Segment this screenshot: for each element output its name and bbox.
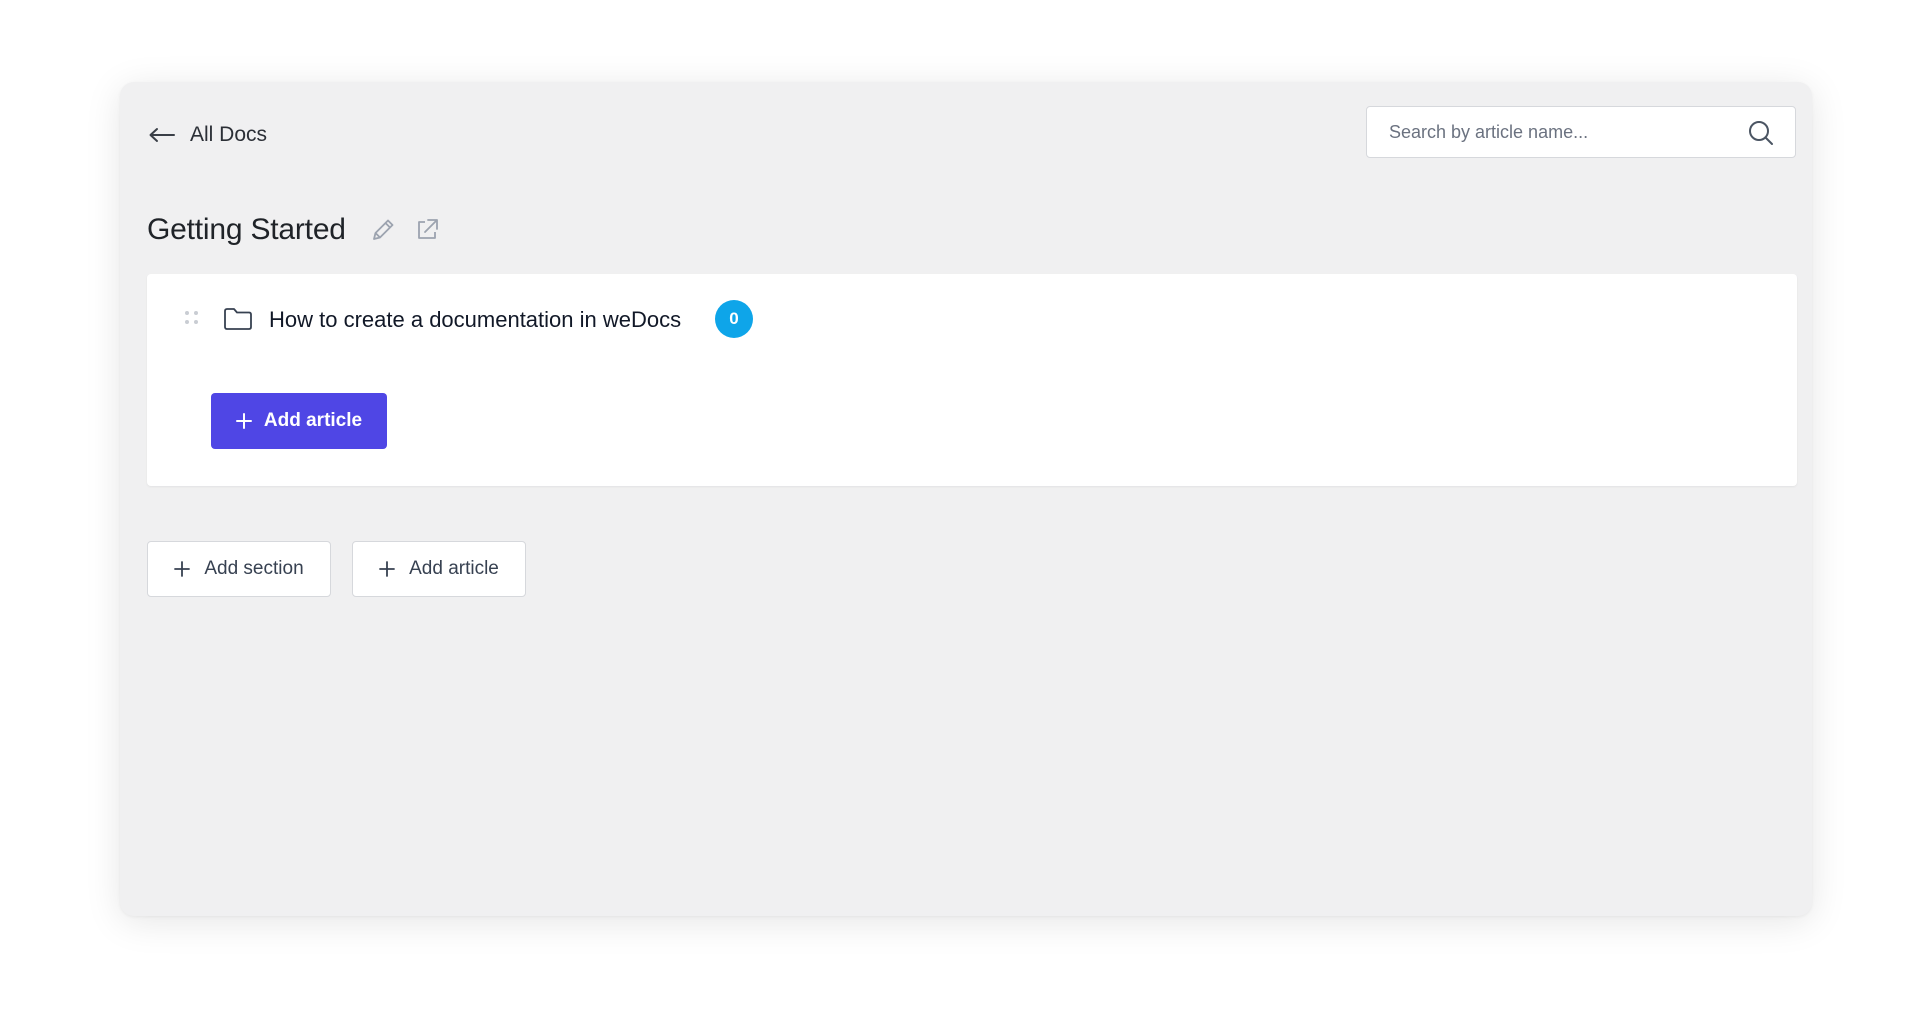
arrow-left-icon <box>149 128 175 142</box>
section-title[interactable]: How to create a documentation in weDocs <box>269 306 681 334</box>
add-article-label: Add article <box>409 558 499 579</box>
add-article-button[interactable]: Add article <box>352 541 526 597</box>
all-docs-back-link[interactable]: All Docs <box>148 118 267 152</box>
plus-icon <box>174 561 191 577</box>
plus-icon <box>235 413 252 429</box>
pencil-icon[interactable] <box>370 217 396 243</box>
external-link-icon[interactable] <box>414 217 440 243</box>
docs-editor-panel: All Docs Getting Started <box>120 82 1812 916</box>
section-card: How to create a documentation in weDocs … <box>147 274 1797 486</box>
search-input[interactable] <box>1367 108 1729 156</box>
section-add-article-button[interactable]: Add article <box>211 393 387 449</box>
doc-heading: Getting Started <box>147 208 440 252</box>
drag-handle-icon[interactable] <box>185 311 201 327</box>
section-add-article-label: Add article <box>263 410 363 431</box>
article-count-badge: 0 <box>715 300 753 338</box>
back-link-label: All Docs <box>190 123 268 146</box>
plus-icon <box>379 561 396 577</box>
folder-icon <box>224 308 252 330</box>
page-title: Getting Started <box>147 213 346 246</box>
add-section-button[interactable]: Add section <box>147 541 331 597</box>
search-icon[interactable] <box>1747 119 1775 147</box>
add-section-label: Add section <box>204 558 304 579</box>
search-box <box>1366 106 1796 158</box>
